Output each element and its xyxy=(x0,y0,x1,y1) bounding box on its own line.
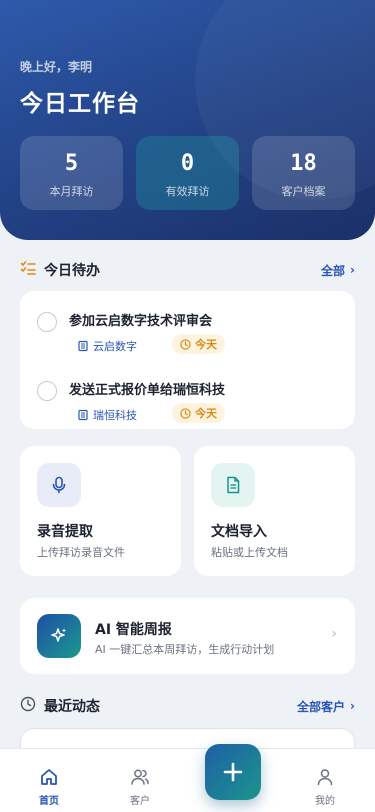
chevron-right-icon: › xyxy=(350,699,355,713)
user-icon xyxy=(295,767,355,789)
action-subtitle: 粘贴或上传文档 xyxy=(211,546,288,559)
todo-org: 云启数字 xyxy=(77,338,137,354)
recent-section-header: 最近动态 全部客户 › xyxy=(20,696,355,716)
todos-all-link[interactable]: 全部 › xyxy=(321,262,355,279)
header: 晚上好，李明 今日工作台 5 本月拜访 0 有效拜访 18 客户档案 xyxy=(0,0,375,240)
link-label: 全部 xyxy=(321,263,346,278)
ai-report-title: AI 智能周报 xyxy=(95,622,172,638)
due-badge: 今天 xyxy=(172,403,225,423)
stat-value: 0 xyxy=(180,151,195,176)
building-icon xyxy=(78,340,88,352)
document-icon xyxy=(211,463,255,507)
stat-label: 有效拜访 xyxy=(165,185,210,198)
stat-value: 5 xyxy=(64,151,79,176)
stat-customer-files[interactable]: 18 客户档案 xyxy=(252,136,355,210)
plus-icon xyxy=(223,762,243,782)
clock-icon xyxy=(20,696,36,716)
home-icon xyxy=(19,767,79,789)
todo-checkbox[interactable] xyxy=(37,381,57,401)
document-import-card[interactable]: 文档导入 粘贴或上传文档 xyxy=(194,446,355,576)
action-title: 录音提取 xyxy=(37,524,93,540)
checklist-icon xyxy=(20,260,36,280)
users-icon xyxy=(110,767,170,789)
stat-label: 客户档案 xyxy=(281,185,326,198)
todo-section-header: 今日待办 全部 › xyxy=(20,260,355,280)
ai-report-subtitle: AI 一键汇总本周拜访，生成行动计划 xyxy=(95,643,275,656)
todo-list: 参加云启数字技术评审会 云启数字 今天 发送正式报价单给瑞恒科技 瑞恒科技 今天 xyxy=(20,291,355,429)
due-label: 今天 xyxy=(195,407,217,420)
action-subtitle: 上传拜访录音文件 xyxy=(37,546,125,559)
ai-weekly-report-card[interactable]: AI 智能周报 AI 一键汇总本周拜访，生成行动计划 › xyxy=(20,598,355,674)
stat-monthly-visits[interactable]: 5 本月拜访 xyxy=(20,136,123,210)
todo-org: 瑞恒科技 xyxy=(77,407,137,423)
clock-icon xyxy=(180,407,191,419)
all-customers-link[interactable]: 全部客户 › xyxy=(297,698,355,715)
sparkle-icon xyxy=(37,614,81,658)
tab-customers[interactable]: 客户 xyxy=(110,767,170,807)
building-icon xyxy=(78,409,88,421)
stat-effective-visits[interactable]: 0 有效拜访 xyxy=(136,136,239,210)
chevron-right-icon: › xyxy=(350,263,355,277)
todo-title: 参加云启数字技术评审会 xyxy=(69,314,213,329)
microphone-icon xyxy=(37,463,81,507)
tab-label: 客户 xyxy=(130,796,150,807)
tab-label: 首页 xyxy=(39,796,59,807)
org-name: 瑞恒科技 xyxy=(93,409,137,422)
tab-label: 我的 xyxy=(315,796,335,807)
todo-checkbox[interactable] xyxy=(37,312,57,332)
action-title: 文档导入 xyxy=(211,524,267,540)
due-label: 今天 xyxy=(195,338,217,351)
due-badge: 今天 xyxy=(172,334,225,354)
tab-home[interactable]: 首页 xyxy=(19,767,79,807)
link-label: 全部客户 xyxy=(297,699,346,714)
stat-label: 本月拜访 xyxy=(49,185,94,198)
section-title: 最近动态 xyxy=(44,699,100,715)
tab-profile[interactable]: 我的 xyxy=(295,767,355,807)
todo-item[interactable]: 参加云启数字技术评审会 云启数字 今天 xyxy=(20,298,355,367)
greeting: 晚上好，李明 xyxy=(20,60,93,74)
add-button[interactable] xyxy=(205,744,261,800)
page-title: 今日工作台 xyxy=(20,91,140,117)
stat-value: 18 xyxy=(290,151,317,176)
clock-icon xyxy=(180,338,191,350)
tab-bar: 首页 客户 我的 xyxy=(0,748,375,812)
org-name: 云启数字 xyxy=(93,340,137,353)
todo-title: 发送正式报价单给瑞恒科技 xyxy=(69,383,226,398)
chevron-right-icon: › xyxy=(331,626,337,642)
audio-extract-card[interactable]: 录音提取 上传拜访录音文件 xyxy=(20,446,181,576)
section-title: 今日待办 xyxy=(44,263,100,279)
todo-item[interactable]: 发送正式报价单给瑞恒科技 瑞恒科技 今天 xyxy=(20,367,355,436)
